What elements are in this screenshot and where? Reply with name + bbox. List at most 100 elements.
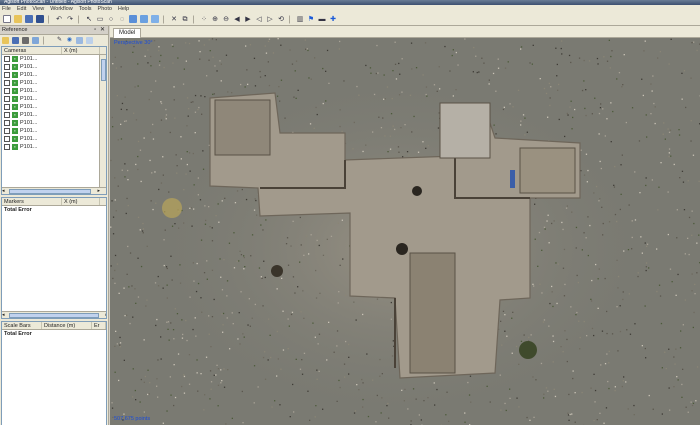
reference-title: Reference ▫ ✕ xyxy=(0,26,108,35)
column-markers[interactable]: Markers xyxy=(2,198,62,205)
camera-label: P101... xyxy=(20,96,38,102)
camera-row[interactable]: ▪ P101... xyxy=(2,95,106,103)
camera-row[interactable]: ▪ P101... xyxy=(2,87,106,95)
camera-row[interactable]: ▪ P101... xyxy=(2,55,106,63)
camera-enable-checkbox[interactable] xyxy=(4,88,10,94)
crop-selection-icon[interactable]: ⧉ xyxy=(180,14,190,24)
pit xyxy=(412,186,422,196)
model-viewport[interactable]: Perspective 30° 507,675 points xyxy=(110,38,700,425)
camera-row[interactable]: ▪ P101... xyxy=(2,103,106,111)
camera-row[interactable]: ▪ P101... xyxy=(2,119,106,127)
camera-label: P101... xyxy=(20,120,38,126)
camera-enable-checkbox[interactable] xyxy=(4,120,10,126)
scrollbar-thumb[interactable] xyxy=(9,189,91,194)
column-cameras[interactable]: Cameras xyxy=(2,47,62,54)
show-markers-icon[interactable]: ⚑ xyxy=(306,14,316,24)
point-cloud-canvas[interactable] xyxy=(110,38,700,425)
cameras-table: Cameras X (m) ▪ P101... ▪ P101... ▪ P101... ▪ P… xyxy=(1,46,107,195)
brush-icon[interactable]: ✎ xyxy=(55,36,64,45)
camera-label: P101... xyxy=(20,144,38,150)
rotate-left-icon[interactable]: ◀ xyxy=(232,14,242,24)
circle-selection-icon[interactable]: ○ xyxy=(106,14,116,24)
reset-view-icon[interactable]: ⟲ xyxy=(276,14,286,24)
camera-enable-checkbox[interactable] xyxy=(4,112,10,118)
import-icon[interactable] xyxy=(1,36,10,45)
rectangle-selection-icon[interactable]: ▭ xyxy=(95,14,105,24)
update-icon[interactable] xyxy=(31,36,40,45)
show-trackball-icon[interactable]: ✚ xyxy=(328,14,338,24)
camera-enable-checkbox[interactable] xyxy=(4,80,10,86)
column-x[interactable]: X (m) xyxy=(62,47,100,54)
menu-view[interactable]: View xyxy=(32,6,44,12)
camera-icon: ▪ xyxy=(12,72,18,78)
rotate-region-icon[interactable] xyxy=(139,14,149,24)
tab-model[interactable]: Model xyxy=(113,28,142,38)
panel-controls-icon[interactable]: ▫ ✕ xyxy=(94,26,106,35)
save-as-icon[interactable] xyxy=(35,14,45,24)
view-source-icon[interactable] xyxy=(75,36,84,45)
column-distance[interactable]: Distance (m) xyxy=(42,322,92,329)
show-region-icon[interactable]: ▬ xyxy=(317,14,327,24)
resize-region-icon[interactable] xyxy=(128,14,138,24)
camera-enable-checkbox[interactable] xyxy=(4,136,10,142)
camera-enable-checkbox[interactable] xyxy=(4,128,10,134)
show-cameras-icon[interactable]: ⁘ xyxy=(199,14,209,24)
cameras-horizontal-scrollbar[interactable]: ◂ ▸ xyxy=(2,187,106,194)
menu-workflow[interactable]: Workflow xyxy=(50,6,73,12)
scalebars-table-header: Scale Bars Distance (m) Er xyxy=(2,322,106,330)
scroll-right-icon[interactable]: ▸ xyxy=(105,312,106,318)
scroll-left-icon[interactable]: ◂ xyxy=(2,312,5,318)
view-estimated-icon[interactable] xyxy=(85,36,94,45)
menu-tools[interactable]: Tools xyxy=(79,6,92,12)
camera-row[interactable]: ▪ P101... xyxy=(2,63,106,71)
column-error[interactable]: Er xyxy=(92,322,106,329)
settings-icon[interactable] xyxy=(21,36,30,45)
rotate-up-icon[interactable]: ◁ xyxy=(254,14,264,24)
scrollbar-thumb[interactable] xyxy=(101,59,106,81)
cameras-vertical-scrollbar[interactable] xyxy=(99,55,106,187)
camera-row[interactable]: ▪ P101... xyxy=(2,111,106,119)
redo-icon[interactable]: ↷ xyxy=(65,14,75,24)
markers-horizontal-scrollbar[interactable]: ◂ ▸ xyxy=(2,311,106,318)
camera-row[interactable]: ▪ P101... xyxy=(2,71,106,79)
delete-selection-icon[interactable]: ✕ xyxy=(169,14,179,24)
camera-enable-checkbox[interactable] xyxy=(4,96,10,102)
camera-row[interactable]: ▪ P101... xyxy=(2,127,106,135)
save-icon[interactable] xyxy=(24,14,34,24)
free-form-selection-icon[interactable]: ◌ xyxy=(117,14,127,24)
vegetation-patch xyxy=(162,198,182,218)
column-scale-bars[interactable]: Scale Bars xyxy=(2,322,42,329)
rotate-right-icon[interactable]: ▶ xyxy=(243,14,253,24)
undo-icon[interactable]: ↶ xyxy=(54,14,64,24)
point-cloud-icon[interactable]: ▥ xyxy=(295,14,305,24)
zoom-out-icon[interactable]: ⊖ xyxy=(221,14,231,24)
open-folder-icon[interactable] xyxy=(13,14,23,24)
camera-rows: ▪ P101... ▪ P101... ▪ P101... ▪ P101... ▪ P101...… xyxy=(2,55,106,151)
scroll-left-icon[interactable]: ◂ xyxy=(2,188,5,194)
menu-help[interactable]: Help xyxy=(118,6,129,12)
scroll-right-icon[interactable]: ▸ xyxy=(97,188,100,194)
cameras-table-header: Cameras X (m) xyxy=(2,47,106,55)
camera-row[interactable]: ▪ P101... xyxy=(2,143,106,151)
camera-enable-checkbox[interactable] xyxy=(4,56,10,62)
menu-file[interactable]: File xyxy=(2,6,11,12)
scrollbar-thumb[interactable] xyxy=(9,313,99,318)
export-icon[interactable] xyxy=(11,36,20,45)
camera-row[interactable]: ▪ P101... xyxy=(2,79,106,87)
camera-icon: ▪ xyxy=(12,136,18,142)
camera-enable-checkbox[interactable] xyxy=(4,72,10,78)
column-x[interactable]: X (m) xyxy=(62,198,100,205)
camera-enable-checkbox[interactable] xyxy=(4,64,10,70)
new-project-icon[interactable] xyxy=(2,14,12,24)
globe-icon[interactable]: ◉ xyxy=(65,36,74,45)
rotate-down-icon[interactable]: ▷ xyxy=(265,14,275,24)
rotate-object-icon[interactable] xyxy=(150,14,160,24)
zoom-in-icon[interactable]: ⊕ xyxy=(210,14,220,24)
camera-row[interactable]: ▪ P101... xyxy=(2,135,106,143)
menu-edit[interactable]: Edit xyxy=(17,6,26,12)
trench-north-east xyxy=(439,102,491,159)
camera-enable-checkbox[interactable] xyxy=(4,104,10,110)
menu-photo[interactable]: Photo xyxy=(98,6,112,12)
camera-enable-checkbox[interactable] xyxy=(4,144,10,150)
navigation-cursor-icon[interactable]: ↖ xyxy=(84,14,94,24)
